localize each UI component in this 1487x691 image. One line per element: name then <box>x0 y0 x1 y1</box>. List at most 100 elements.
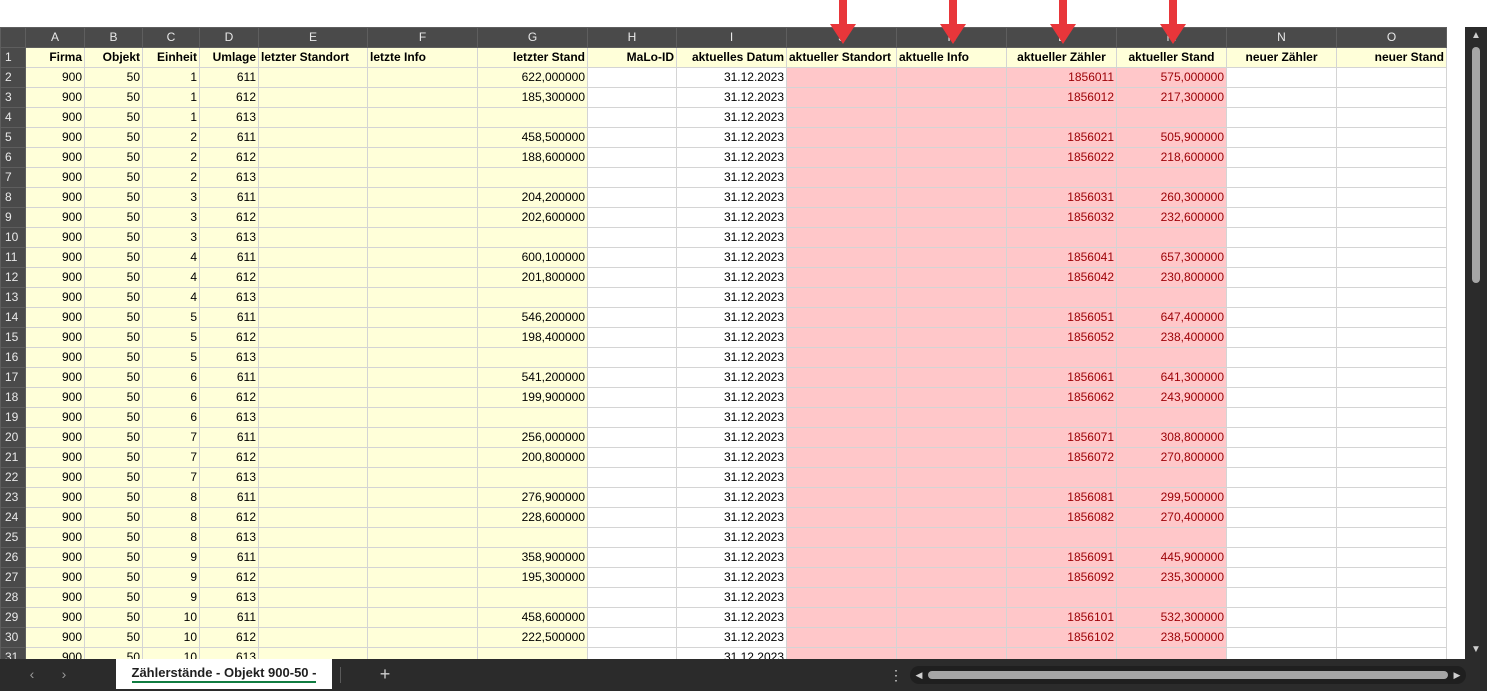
cell-n[interactable] <box>1226 567 1337 588</box>
cell-e[interactable] <box>258 627 368 648</box>
cell-i[interactable]: 31.12.2023 <box>676 567 787 588</box>
header-cell-b[interactable]: Objekt <box>84 47 143 68</box>
cell-o[interactable] <box>1336 147 1447 168</box>
cell-n[interactable] <box>1226 207 1337 228</box>
row-header[interactable]: 23 <box>0 487 26 508</box>
cell-b[interactable]: 50 <box>84 547 143 568</box>
cell-l[interactable]: 1856091 <box>1006 547 1117 568</box>
cell-b[interactable]: 50 <box>84 467 143 488</box>
cell-n[interactable] <box>1226 227 1337 248</box>
cell-e[interactable] <box>258 167 368 188</box>
cell-l[interactable]: 1856042 <box>1006 267 1117 288</box>
cell-o[interactable] <box>1336 287 1447 308</box>
cell-o[interactable] <box>1336 607 1447 628</box>
cell-f[interactable] <box>367 87 478 108</box>
header-cell-j[interactable]: aktueller Standort <box>786 47 897 68</box>
cell-n[interactable] <box>1226 287 1337 308</box>
cell-a[interactable]: 900 <box>25 487 85 508</box>
cell-l[interactable]: 1856021 <box>1006 127 1117 148</box>
cell-m[interactable] <box>1116 167 1227 188</box>
cell-g[interactable] <box>477 407 588 428</box>
cell-l[interactable]: 1856072 <box>1006 447 1117 468</box>
cell-n[interactable] <box>1226 467 1337 488</box>
cell-d[interactable]: 611 <box>199 547 259 568</box>
cell-c[interactable]: 5 <box>142 307 200 328</box>
header-cell-m[interactable]: aktueller Stand <box>1116 47 1227 68</box>
cell-m[interactable]: 235,300000 <box>1116 567 1227 588</box>
cell-m[interactable]: 299,500000 <box>1116 487 1227 508</box>
cell-f[interactable] <box>367 187 478 208</box>
row-header[interactable]: 20 <box>0 427 26 448</box>
cell-n[interactable] <box>1226 507 1337 528</box>
cell-k[interactable] <box>896 287 1007 308</box>
cell-k[interactable] <box>896 307 1007 328</box>
cell-h[interactable] <box>587 107 677 128</box>
cell-a[interactable]: 900 <box>25 567 85 588</box>
cell-k[interactable] <box>896 467 1007 488</box>
cell-m[interactable]: 232,600000 <box>1116 207 1227 228</box>
cell-n[interactable] <box>1226 167 1337 188</box>
cell-d[interactable]: 612 <box>199 267 259 288</box>
column-header-e[interactable]: E <box>258 27 368 48</box>
cell-a[interactable]: 900 <box>25 107 85 128</box>
cell-l[interactable] <box>1006 587 1117 608</box>
cell-d[interactable]: 611 <box>199 67 259 88</box>
cell-m[interactable] <box>1116 527 1227 548</box>
cell-f[interactable] <box>367 347 478 368</box>
cell-i[interactable]: 31.12.2023 <box>676 607 787 628</box>
cell-l[interactable] <box>1006 287 1117 308</box>
cell-i[interactable]: 31.12.2023 <box>676 87 787 108</box>
cell-k[interactable] <box>896 347 1007 368</box>
cell-g[interactable]: 198,400000 <box>477 327 588 348</box>
cell-l[interactable] <box>1006 527 1117 548</box>
header-cell-h[interactable]: MaLo-ID <box>587 47 677 68</box>
cell-c[interactable]: 5 <box>142 347 200 368</box>
header-cell-f[interactable]: letzte Info <box>367 47 478 68</box>
cell-b[interactable]: 50 <box>84 167 143 188</box>
cell-c[interactable]: 4 <box>142 287 200 308</box>
cell-e[interactable] <box>258 587 368 608</box>
cell-n[interactable] <box>1226 387 1337 408</box>
cell-j[interactable] <box>786 447 897 468</box>
cell-a[interactable]: 900 <box>25 87 85 108</box>
cell-k[interactable] <box>896 547 1007 568</box>
cell-b[interactable]: 50 <box>84 507 143 528</box>
row-header[interactable]: 2 <box>0 67 26 88</box>
cell-b[interactable]: 50 <box>84 327 143 348</box>
cell-o[interactable] <box>1336 127 1447 148</box>
cell-i[interactable]: 31.12.2023 <box>676 107 787 128</box>
cell-i[interactable]: 31.12.2023 <box>676 627 787 648</box>
cell-c[interactable]: 4 <box>142 247 200 268</box>
row-header[interactable]: 12 <box>0 267 26 288</box>
cell-h[interactable] <box>587 247 677 268</box>
cell-h[interactable] <box>587 507 677 528</box>
cell-i[interactable]: 31.12.2023 <box>676 407 787 428</box>
row-header[interactable]: 15 <box>0 327 26 348</box>
cell-l[interactable]: 1856101 <box>1006 607 1117 628</box>
cell-a[interactable]: 900 <box>25 167 85 188</box>
cell-d[interactable]: 612 <box>199 147 259 168</box>
cell-i[interactable]: 31.12.2023 <box>676 547 787 568</box>
cell-h[interactable] <box>587 647 677 659</box>
cell-i[interactable]: 31.12.2023 <box>676 467 787 488</box>
cell-j[interactable] <box>786 347 897 368</box>
cell-e[interactable] <box>258 387 368 408</box>
cell-k[interactable] <box>896 227 1007 248</box>
cell-h[interactable] <box>587 287 677 308</box>
cell-h[interactable] <box>587 367 677 388</box>
cell-i[interactable]: 31.12.2023 <box>676 287 787 308</box>
cell-e[interactable] <box>258 527 368 548</box>
cell-m[interactable] <box>1116 287 1227 308</box>
cell-m[interactable]: 243,900000 <box>1116 387 1227 408</box>
cell-e[interactable] <box>258 107 368 128</box>
cell-b[interactable]: 50 <box>84 187 143 208</box>
cell-i[interactable]: 31.12.2023 <box>676 647 787 659</box>
cell-h[interactable] <box>587 447 677 468</box>
cell-c[interactable]: 2 <box>142 127 200 148</box>
cell-b[interactable]: 50 <box>84 347 143 368</box>
cell-a[interactable]: 900 <box>25 407 85 428</box>
cell-m[interactable]: 575,000000 <box>1116 67 1227 88</box>
cell-b[interactable]: 50 <box>84 427 143 448</box>
cell-d[interactable]: 613 <box>199 287 259 308</box>
cell-g[interactable] <box>477 587 588 608</box>
